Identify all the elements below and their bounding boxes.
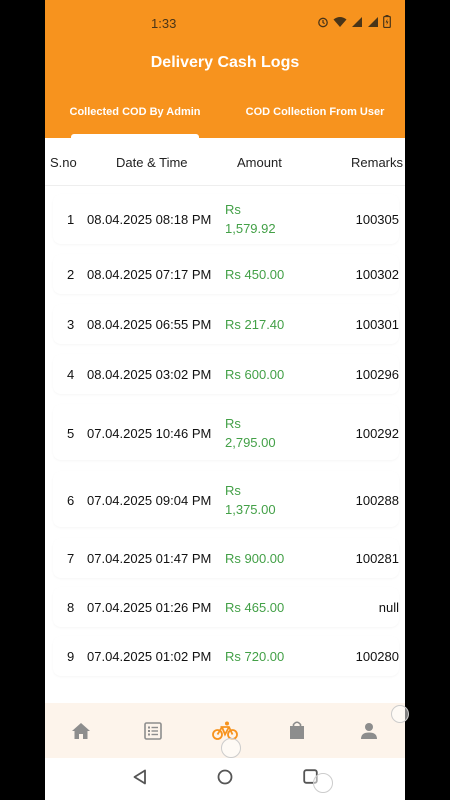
system-home-button[interactable] (217, 769, 233, 790)
tab-collected-cod-by-admin[interactable]: Collected COD By Admin (45, 96, 225, 138)
table-header: S.no Date & Time Amount Remarks (45, 138, 405, 186)
row-amount: Rs 2,795.00 (225, 416, 276, 450)
row-sno: 1 (67, 212, 75, 227)
signal-icon (367, 15, 379, 33)
table-row[interactable]: 3 08.04.2025 06:55 PM Rs 217.40 100301 (53, 304, 399, 344)
table-row[interactable]: 9 07.04.2025 01:02 PM Rs 720.00 100280 (53, 636, 399, 676)
list-icon (144, 721, 162, 740)
nav-home[interactable] (61, 711, 101, 751)
row-datetime: 07.04.2025 01:26 PM (87, 600, 212, 615)
nav-profile[interactable] (349, 711, 389, 751)
system-back-button[interactable] (133, 769, 147, 790)
shopping-bag-icon (290, 721, 304, 739)
row-remarks: 100292 (355, 426, 399, 441)
row-sno: 5 (67, 426, 75, 441)
status-icons (317, 15, 391, 33)
touch-indicator (391, 705, 409, 723)
table-row[interactable]: 5 07.04.2025 10:46 PM Rs 2,795.00 100292 (53, 404, 399, 460)
row-amount: Rs 900.00 (225, 551, 285, 566)
column-header-amount: Amount (237, 155, 282, 170)
row-amount: Rs 720.00 (225, 649, 285, 664)
touch-indicator (313, 773, 333, 793)
row-sno: 7 (67, 551, 75, 566)
row-sno: 3 (67, 317, 75, 332)
row-sno: 8 (67, 600, 75, 615)
column-header-date-time: Date & Time (116, 155, 188, 170)
row-datetime: 07.04.2025 01:02 PM (87, 649, 212, 664)
app-screen: 1:33 Delivery Cash Logs Collected COD By… (45, 0, 405, 800)
row-amount: Rs 1,375.00 (225, 483, 276, 517)
row-sno: 9 (67, 649, 75, 664)
row-remarks: 100305 (355, 212, 399, 227)
row-amount: Rs 217.40 (225, 317, 285, 332)
row-sno: 4 (67, 367, 75, 382)
row-remarks: null (378, 600, 399, 615)
row-datetime: 07.04.2025 01:47 PM (87, 551, 212, 566)
touch-indicator (221, 738, 241, 758)
row-remarks: 100296 (355, 367, 399, 382)
nav-shop[interactable] (277, 711, 317, 751)
row-datetime: 07.04.2025 10:46 PM (87, 426, 212, 441)
wifi-icon (333, 15, 347, 33)
table-row[interactable]: 2 08.04.2025 07:17 PM Rs 450.00 100302 (53, 254, 399, 294)
table-row[interactable]: 4 08.04.2025 03:02 PM Rs 600.00 100296 (53, 354, 399, 394)
row-amount: Rs 1,579.92 (225, 202, 276, 236)
status-time: 1:33 (151, 16, 177, 31)
row-datetime: 08.04.2025 06:55 PM (87, 317, 212, 332)
row-remarks: 100302 (355, 267, 399, 282)
row-remarks: 100288 (355, 493, 399, 508)
row-sno: 6 (67, 493, 75, 508)
column-header-remarks: Remarks (351, 155, 404, 170)
table-row[interactable]: 7 07.04.2025 01:47 PM Rs 900.00 100281 (53, 538, 399, 578)
row-remarks: 100281 (355, 551, 399, 566)
back-triangle-icon (133, 769, 146, 784)
system-navigation-bar (45, 758, 405, 800)
nav-orders[interactable] (133, 711, 173, 751)
status-bar: 1:33 (45, 0, 405, 46)
table-row[interactable]: 1 08.04.2025 08:18 PM Rs 1,579.92 100305 (53, 194, 399, 244)
home-icon (72, 722, 90, 739)
person-icon (361, 722, 377, 739)
row-sno: 2 (67, 267, 75, 282)
table-row[interactable]: 6 07.04.2025 09:04 PM Rs 1,375.00 100288 (53, 471, 399, 527)
row-amount: Rs 450.00 (225, 267, 285, 282)
alarm-icon (317, 15, 329, 33)
row-amount: Rs 465.00 (225, 600, 285, 615)
tab-bar: Collected COD By Admin COD Collection Fr… (45, 96, 405, 138)
row-datetime: 08.04.2025 03:02 PM (87, 367, 212, 382)
row-datetime: 08.04.2025 08:18 PM (87, 212, 212, 227)
row-remarks: 100280 (355, 649, 399, 664)
row-remarks: 100301 (355, 317, 399, 332)
signal-icon (351, 15, 363, 33)
table-row[interactable]: 8 07.04.2025 01:26 PM Rs 465.00 null (53, 587, 399, 627)
column-header-sno: S.no (50, 155, 77, 170)
row-datetime: 08.04.2025 07:17 PM (87, 267, 212, 282)
tab-cod-collection-from-user[interactable]: COD Collection From User (225, 96, 405, 138)
app-header: 1:33 Delivery Cash Logs Collected COD By… (45, 0, 405, 138)
battery-icon (383, 15, 391, 33)
row-datetime: 07.04.2025 09:04 PM (87, 493, 212, 508)
home-circle-icon (217, 769, 232, 784)
row-amount: Rs 600.00 (225, 367, 285, 382)
page-title: Delivery Cash Logs (150, 54, 300, 71)
